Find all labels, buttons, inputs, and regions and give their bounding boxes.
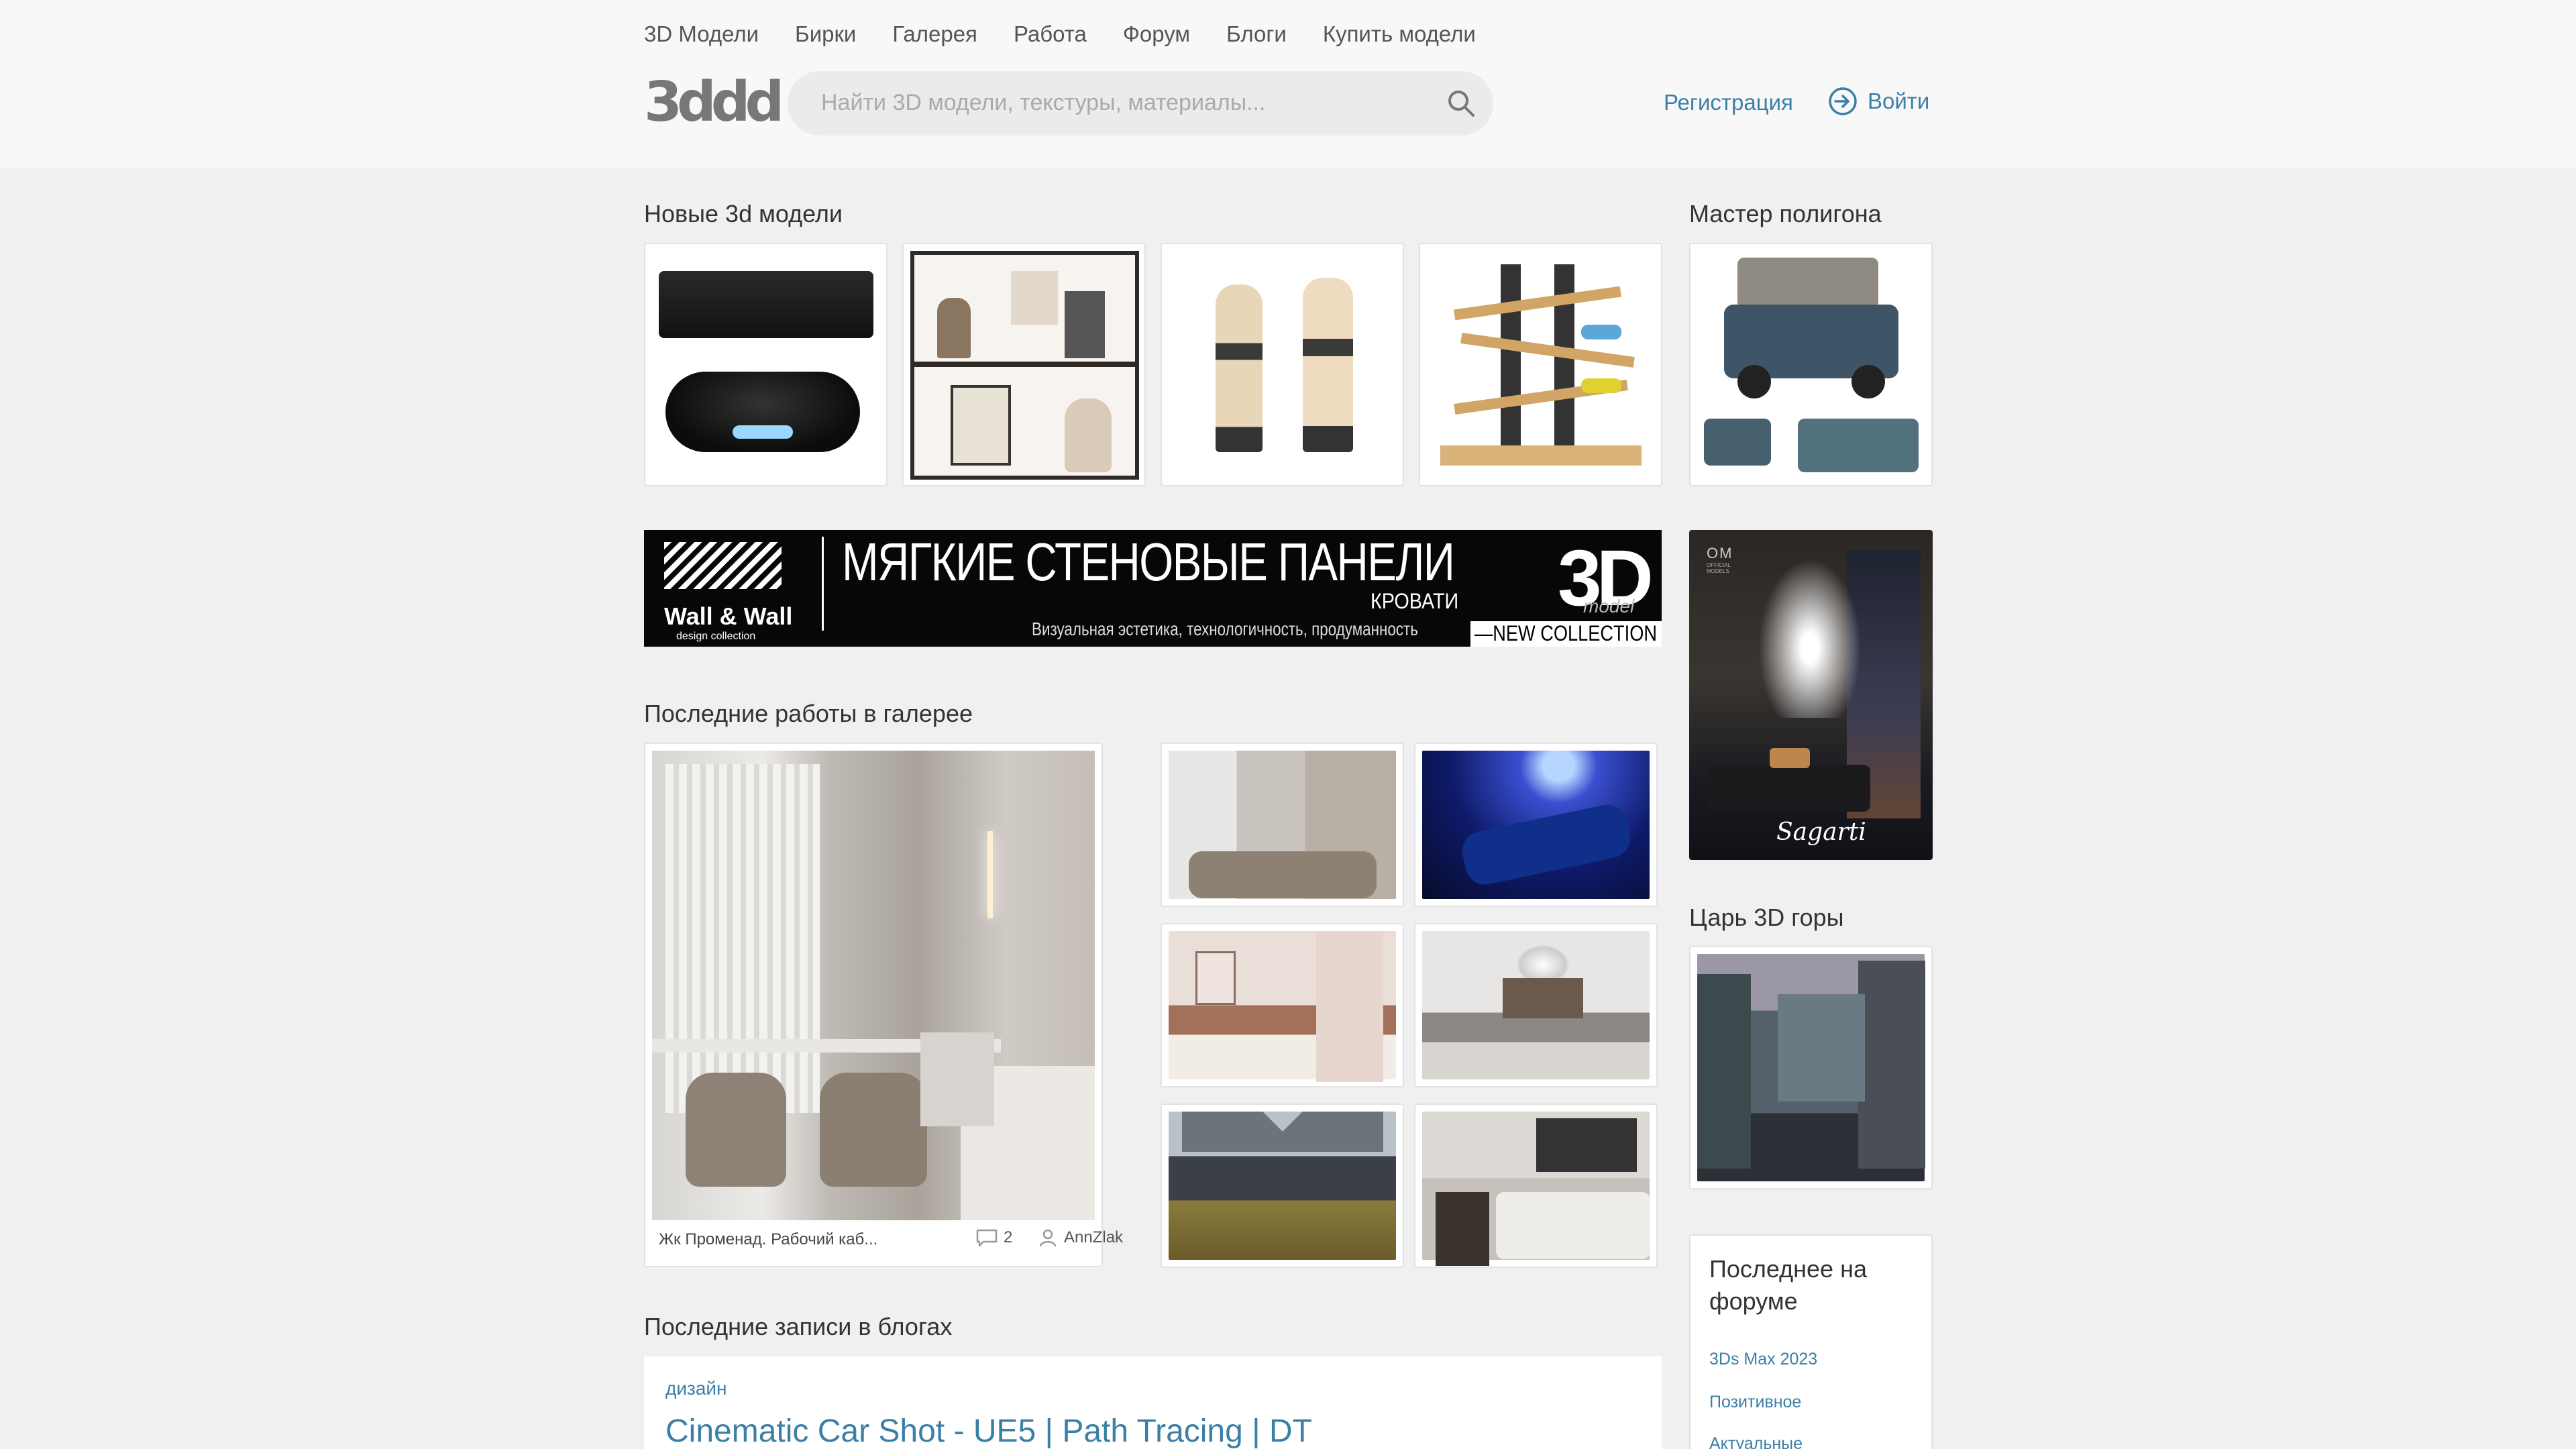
model-card-toy-ramp[interactable] (1419, 243, 1662, 486)
comment-icon (976, 1229, 998, 1247)
brand-pattern-icon (664, 542, 782, 589)
menu-item-blogs[interactable]: Блоги (1226, 21, 1287, 47)
login-icon (1829, 87, 1857, 115)
banner-headline: МЯГКИЕ СТЕНОВЫЕ ПАНЕЛИ (842, 532, 1455, 592)
sagarti-ad[interactable]: OM OFFICIAL MODELS Sagarti (1689, 530, 1933, 860)
search-icon[interactable] (1446, 89, 1476, 118)
polygon-master-card[interactable] (1689, 243, 1933, 486)
forum-title: Последнее на форуме (1709, 1255, 1867, 1315)
wall-and-wall-banner[interactable]: Wall & Wall design collection МЯГКИЕ СТЕ… (644, 530, 1662, 647)
polygon-master-title: Мастер полигона (1689, 200, 1882, 227)
blog-tag[interactable]: дизайн (665, 1378, 727, 1399)
comment-count[interactable]: 2 (975, 1228, 1012, 1247)
menu-item-jobs[interactable]: Работа (1014, 21, 1087, 47)
gallery-thumb[interactable] (1161, 743, 1404, 907)
menu-item-3d-models[interactable]: 3D Модели (644, 21, 759, 47)
chandelier-icon (1750, 543, 1870, 718)
banner-tagline: Визуальная эстетика, технологичность, пр… (1032, 619, 1418, 639)
blog-post-card[interactable]: дизайн Cinematic Car Shot - UE5 | Path T… (644, 1356, 1662, 1449)
ad-mark-sub: OFFICIAL MODELS (1707, 562, 1731, 574)
king-title: Царь 3D горы (1689, 904, 1844, 931)
menu-item-buy-models[interactable]: Купить модели (1323, 21, 1476, 47)
gallery-thumb[interactable] (1414, 1104, 1658, 1268)
site-logo[interactable]: 3ddd (644, 75, 784, 130)
model-card-console[interactable] (644, 243, 888, 486)
gallery-thumbnail-image (1422, 751, 1650, 899)
banner-brand-sub: design collection (676, 631, 756, 642)
menu-item-gallery[interactable]: Галерея (892, 21, 977, 47)
author[interactable]: AnnZlak (1038, 1228, 1123, 1247)
gallery-featured-card[interactable]: Жк Променад. Рабочий каб... 2 AnnZlak (644, 743, 1123, 1267)
gallery-title: Последние работы в галерее (644, 700, 973, 727)
forum-link[interactable]: 3Ds Max 2023 (1709, 1350, 1817, 1369)
banner-subline: КРОВАТИ (1371, 589, 1459, 613)
king-thumbnail (1697, 954, 1925, 1181)
forum-link[interactable]: Актуальные (1709, 1434, 1803, 1449)
model-card-workers[interactable] (1161, 243, 1404, 486)
gallery-caption[interactable]: Жк Променад. Рабочий каб... (659, 1230, 887, 1249)
register-link[interactable]: Регистрация (1664, 90, 1793, 115)
gallery-thumb[interactable] (1161, 923, 1404, 1087)
banner-3d-sub: model (1583, 596, 1635, 616)
model-thumbnail (910, 251, 1139, 480)
main-menu: 3D Модели Бирки Галерея Работа Форум Бло… (644, 21, 1476, 47)
model-thumbnail (1427, 251, 1654, 478)
model-card-decor[interactable] (902, 243, 1146, 486)
login-label: Войти (1868, 89, 1930, 113)
search-box[interactable]: Найти 3D модели, текстуры, материалы... (788, 71, 1493, 136)
model-thumbnail (652, 251, 879, 478)
forum-widget: Последнее на форуме 3Ds Max 2023 Позитив… (1689, 1234, 1933, 1449)
gallery-thumbnail-image (1169, 931, 1396, 1082)
gallery-thumbnail-image (1422, 1112, 1650, 1266)
model-thumbnail (1697, 251, 1925, 478)
blog-post-title[interactable]: Cinematic Car Shot - UE5 | Path Tracing … (665, 1413, 1312, 1449)
ad-brand: Sagarti (1776, 818, 1866, 846)
blogs-title: Последние записи в блогах (644, 1313, 953, 1340)
gallery-thumbnail-image (1169, 1112, 1396, 1260)
forum-link[interactable]: Позитивное (1709, 1393, 1801, 1412)
gallery-featured-image (652, 751, 1095, 1220)
login-button[interactable]: Войти (1827, 86, 1929, 117)
king-card[interactable] (1689, 946, 1933, 1189)
new-models-title: Новые 3d модели (644, 200, 843, 227)
gallery-thumb[interactable] (1414, 743, 1658, 907)
gallery-thumb[interactable] (1414, 923, 1658, 1087)
gallery-thumbnail-image (1422, 931, 1650, 1079)
top-bar: 3D Модели Бирки Галерея Работа Форум Бло… (0, 0, 2576, 168)
banner-brand: Wall & Wall (664, 602, 793, 630)
banner-collection: —NEW COLLECTION (1470, 621, 1662, 647)
menu-item-forum[interactable]: Форум (1123, 21, 1190, 47)
gallery-thumb[interactable] (1161, 1104, 1404, 1268)
menu-item-tags[interactable]: Бирки (795, 21, 856, 47)
ad-mark: OM (1707, 545, 1733, 561)
gallery-thumbnail-image (1169, 751, 1396, 899)
model-thumbnail (1169, 251, 1396, 478)
user-icon (1039, 1229, 1057, 1247)
search-input[interactable]: Найти 3D модели, текстуры, материалы... (821, 90, 1266, 116)
